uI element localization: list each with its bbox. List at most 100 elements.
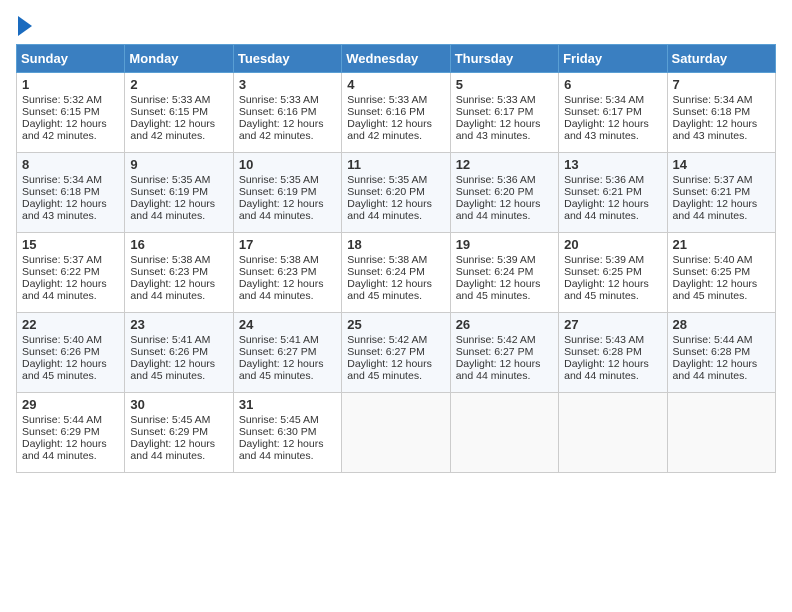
daylight-label: Daylight: 12 hours and 45 minutes. <box>673 278 758 302</box>
day-number: 30 <box>130 397 227 412</box>
sunrise-label: Sunrise: 5:40 AM <box>22 334 102 346</box>
sunrise-label: Sunrise: 5:43 AM <box>564 334 644 346</box>
calendar-cell <box>667 393 775 473</box>
sunset-label: Sunset: 6:29 PM <box>130 426 208 438</box>
sunrise-label: Sunrise: 5:41 AM <box>130 334 210 346</box>
sunrise-label: Sunrise: 5:38 AM <box>130 254 210 266</box>
header-day-sunday: Sunday <box>17 45 125 73</box>
calendar-cell: 17 Sunrise: 5:38 AM Sunset: 6:23 PM Dayl… <box>233 233 341 313</box>
daylight-label: Daylight: 12 hours and 42 minutes. <box>22 118 107 142</box>
daylight-label: Daylight: 12 hours and 44 minutes. <box>239 438 324 462</box>
sunset-label: Sunset: 6:24 PM <box>456 266 534 278</box>
daylight-label: Daylight: 12 hours and 45 minutes. <box>564 278 649 302</box>
sunrise-label: Sunrise: 5:38 AM <box>239 254 319 266</box>
sunset-label: Sunset: 6:27 PM <box>456 346 534 358</box>
daylight-label: Daylight: 12 hours and 42 minutes. <box>347 118 432 142</box>
calendar-week-1: 1 Sunrise: 5:32 AM Sunset: 6:15 PM Dayli… <box>17 73 776 153</box>
calendar-cell: 27 Sunrise: 5:43 AM Sunset: 6:28 PM Dayl… <box>559 313 667 393</box>
day-number: 26 <box>456 317 553 332</box>
day-number: 27 <box>564 317 661 332</box>
calendar-cell: 8 Sunrise: 5:34 AM Sunset: 6:18 PM Dayli… <box>17 153 125 233</box>
sunset-label: Sunset: 6:30 PM <box>239 426 317 438</box>
sunrise-label: Sunrise: 5:33 AM <box>130 94 210 106</box>
calendar-cell: 20 Sunrise: 5:39 AM Sunset: 6:25 PM Dayl… <box>559 233 667 313</box>
day-number: 8 <box>22 157 119 172</box>
day-number: 9 <box>130 157 227 172</box>
sunrise-label: Sunrise: 5:42 AM <box>456 334 536 346</box>
sunset-label: Sunset: 6:29 PM <box>22 426 100 438</box>
sunrise-label: Sunrise: 5:39 AM <box>564 254 644 266</box>
day-number: 25 <box>347 317 444 332</box>
calendar-cell: 14 Sunrise: 5:37 AM Sunset: 6:21 PM Dayl… <box>667 153 775 233</box>
logo <box>16 16 32 36</box>
daylight-label: Daylight: 12 hours and 44 minutes. <box>673 198 758 222</box>
sunset-label: Sunset: 6:16 PM <box>239 106 317 118</box>
sunset-label: Sunset: 6:15 PM <box>130 106 208 118</box>
daylight-label: Daylight: 12 hours and 45 minutes. <box>347 278 432 302</box>
day-number: 24 <box>239 317 336 332</box>
daylight-label: Daylight: 12 hours and 44 minutes. <box>130 438 215 462</box>
day-number: 7 <box>673 77 770 92</box>
calendar-cell: 30 Sunrise: 5:45 AM Sunset: 6:29 PM Dayl… <box>125 393 233 473</box>
sunrise-label: Sunrise: 5:36 AM <box>564 174 644 186</box>
sunset-label: Sunset: 6:25 PM <box>673 266 751 278</box>
day-number: 31 <box>239 397 336 412</box>
daylight-label: Daylight: 12 hours and 44 minutes. <box>673 358 758 382</box>
header-day-saturday: Saturday <box>667 45 775 73</box>
sunrise-label: Sunrise: 5:39 AM <box>456 254 536 266</box>
day-number: 1 <box>22 77 119 92</box>
sunset-label: Sunset: 6:16 PM <box>347 106 425 118</box>
day-number: 12 <box>456 157 553 172</box>
daylight-label: Daylight: 12 hours and 43 minutes. <box>564 118 649 142</box>
daylight-label: Daylight: 12 hours and 45 minutes. <box>239 358 324 382</box>
calendar-cell: 1 Sunrise: 5:32 AM Sunset: 6:15 PM Dayli… <box>17 73 125 153</box>
day-number: 21 <box>673 237 770 252</box>
sunrise-label: Sunrise: 5:42 AM <box>347 334 427 346</box>
day-number: 11 <box>347 157 444 172</box>
day-number: 16 <box>130 237 227 252</box>
calendar-cell: 15 Sunrise: 5:37 AM Sunset: 6:22 PM Dayl… <box>17 233 125 313</box>
calendar-cell: 2 Sunrise: 5:33 AM Sunset: 6:15 PM Dayli… <box>125 73 233 153</box>
sunset-label: Sunset: 6:23 PM <box>239 266 317 278</box>
sunset-label: Sunset: 6:28 PM <box>564 346 642 358</box>
daylight-label: Daylight: 12 hours and 44 minutes. <box>239 198 324 222</box>
sunset-label: Sunset: 6:19 PM <box>130 186 208 198</box>
sunset-label: Sunset: 6:23 PM <box>130 266 208 278</box>
sunrise-label: Sunrise: 5:33 AM <box>456 94 536 106</box>
calendar-cell <box>450 393 558 473</box>
sunset-label: Sunset: 6:18 PM <box>673 106 751 118</box>
daylight-label: Daylight: 12 hours and 42 minutes. <box>239 118 324 142</box>
day-number: 17 <box>239 237 336 252</box>
sunset-label: Sunset: 6:18 PM <box>22 186 100 198</box>
header-day-monday: Monday <box>125 45 233 73</box>
daylight-label: Daylight: 12 hours and 44 minutes. <box>130 198 215 222</box>
calendar-cell: 10 Sunrise: 5:35 AM Sunset: 6:19 PM Dayl… <box>233 153 341 233</box>
daylight-label: Daylight: 12 hours and 44 minutes. <box>22 278 107 302</box>
day-number: 13 <box>564 157 661 172</box>
logo-arrow-icon <box>18 16 32 36</box>
calendar-cell: 22 Sunrise: 5:40 AM Sunset: 6:26 PM Dayl… <box>17 313 125 393</box>
calendar-cell: 19 Sunrise: 5:39 AM Sunset: 6:24 PM Dayl… <box>450 233 558 313</box>
daylight-label: Daylight: 12 hours and 43 minutes. <box>22 198 107 222</box>
calendar-week-2: 8 Sunrise: 5:34 AM Sunset: 6:18 PM Dayli… <box>17 153 776 233</box>
sunrise-label: Sunrise: 5:35 AM <box>347 174 427 186</box>
calendar-cell: 6 Sunrise: 5:34 AM Sunset: 6:17 PM Dayli… <box>559 73 667 153</box>
day-number: 20 <box>564 237 661 252</box>
calendar-cell: 23 Sunrise: 5:41 AM Sunset: 6:26 PM Dayl… <box>125 313 233 393</box>
sunrise-label: Sunrise: 5:35 AM <box>130 174 210 186</box>
calendar-table: SundayMondayTuesdayWednesdayThursdayFrid… <box>16 44 776 473</box>
day-number: 15 <box>22 237 119 252</box>
sunrise-label: Sunrise: 5:34 AM <box>673 94 753 106</box>
day-number: 3 <box>239 77 336 92</box>
sunrise-label: Sunrise: 5:40 AM <box>673 254 753 266</box>
sunset-label: Sunset: 6:21 PM <box>673 186 751 198</box>
calendar-week-4: 22 Sunrise: 5:40 AM Sunset: 6:26 PM Dayl… <box>17 313 776 393</box>
sunset-label: Sunset: 6:20 PM <box>347 186 425 198</box>
calendar-cell: 26 Sunrise: 5:42 AM Sunset: 6:27 PM Dayl… <box>450 313 558 393</box>
calendar-cell: 21 Sunrise: 5:40 AM Sunset: 6:25 PM Dayl… <box>667 233 775 313</box>
daylight-label: Daylight: 12 hours and 45 minutes. <box>22 358 107 382</box>
calendar-cell: 7 Sunrise: 5:34 AM Sunset: 6:18 PM Dayli… <box>667 73 775 153</box>
day-number: 22 <box>22 317 119 332</box>
sunrise-label: Sunrise: 5:45 AM <box>239 414 319 426</box>
day-number: 28 <box>673 317 770 332</box>
